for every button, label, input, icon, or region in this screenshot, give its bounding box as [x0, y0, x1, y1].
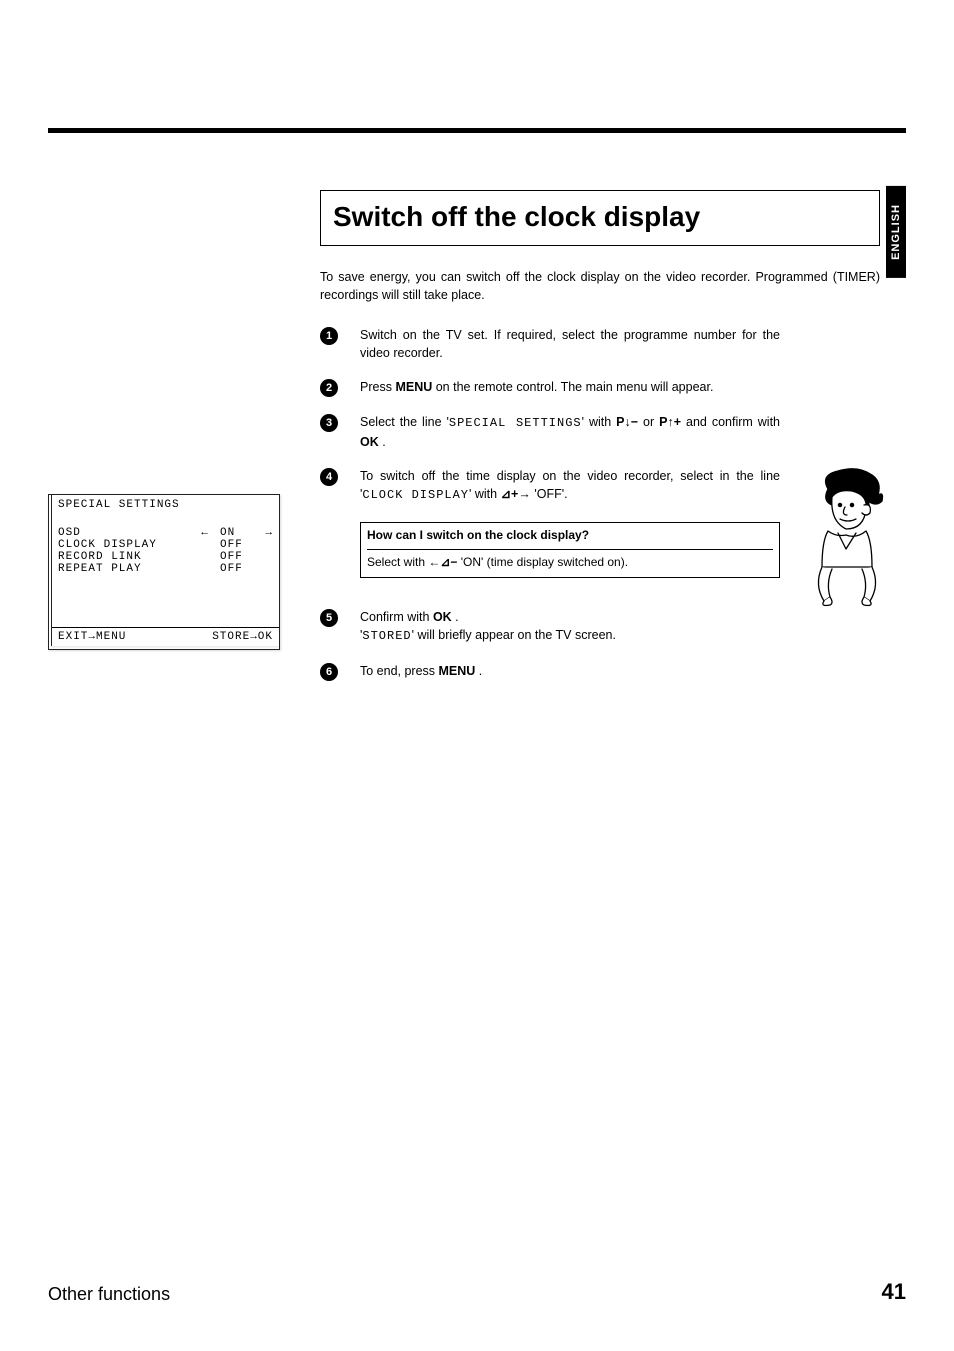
menu-button-label: MENU [395, 380, 432, 394]
step-text: Select the line 'SPECIAL SETTINGS' with … [360, 413, 780, 451]
text-fragment: ' will briefly appear on the TV screen. [412, 628, 616, 642]
osd-row-value: OFF [220, 539, 252, 551]
arrow-left-icon [199, 551, 211, 563]
step-text: To switch off the time display on the vi… [360, 467, 780, 578]
osd-row: RECORD LINK OFF [58, 551, 273, 563]
arrow-left-icon [199, 539, 211, 551]
p-up-button: P [659, 415, 667, 429]
arrow-right-icon [261, 551, 273, 563]
step-text: Switch on the TV set. If required, selec… [360, 326, 780, 362]
arrow-left-icon: ← [199, 527, 211, 539]
text-fragment: Confirm with [360, 610, 433, 624]
osd-row-label: OSD [58, 527, 190, 539]
text-fragment: . [475, 664, 482, 678]
step-5: 5 Confirm with OK . 'STORED' will briefl… [320, 608, 780, 646]
ok-button-label: OK [433, 610, 452, 624]
arrow-right-icon [261, 563, 273, 575]
footer-section-title: Other functions [48, 1284, 170, 1305]
faq-note-box: How can I switch on the clock display? S… [360, 522, 780, 578]
steps-list: 1 Switch on the TV set. If required, sel… [320, 326, 780, 697]
faq-answer: Select with ←⊿− 'ON' (time display switc… [367, 554, 773, 571]
text-fragment: and confirm with [681, 415, 780, 429]
osd-screen-mock: SPECIAL SETTINGS OSD ← ON → CLOCK DISPLA… [48, 494, 280, 650]
step-number-badge: 1 [320, 326, 360, 362]
step-4: 4 To switch off the time display on the … [320, 467, 780, 578]
osd-row-label: RECORD LINK [58, 551, 190, 563]
text-fragment: ' with [469, 487, 501, 501]
right-plus-icon: ⊿+→ [501, 485, 531, 503]
step-text: Press MENU on the remote control. The ma… [360, 378, 780, 397]
osd-store-hint: STORE→OK [212, 631, 273, 643]
p-down-button: P [616, 415, 624, 429]
arrow-right-icon: → [261, 527, 273, 539]
faq-question: How can I switch on the clock display? [367, 527, 773, 549]
osd-row: REPEAT PLAY OFF [58, 563, 273, 575]
section-title-box: Switch off the clock display [320, 190, 880, 246]
step-6: 6 To end, press MENU . [320, 662, 780, 681]
step-text: Confirm with OK . 'STORED' will briefly … [360, 608, 780, 646]
step-number-badge: 2 [320, 378, 360, 397]
text-fragment: 'ON' (time display switched on). [457, 555, 628, 569]
osd-row: CLOCK DISPLAY OFF [58, 539, 273, 551]
text-fragment: or [638, 415, 659, 429]
menu-button-label: MENU [439, 664, 476, 678]
text-fragment: . [452, 610, 459, 624]
step-number-badge: 6 [320, 662, 360, 681]
left-minus-icon: ←⊿− [428, 554, 457, 571]
menu-line-name: CLOCK DISPLAY [362, 488, 469, 502]
text-fragment: on the remote control. The main menu wil… [432, 380, 713, 394]
text-fragment: . [379, 435, 386, 449]
osd-row-label: CLOCK DISPLAY [58, 539, 190, 551]
step-number-badge: 3 [320, 413, 360, 451]
text-fragment: To end, press [360, 664, 439, 678]
text-fragment: 'OFF'. [531, 487, 568, 501]
intro-paragraph: To save energy, you can switch off the c… [320, 268, 880, 304]
arrow-right-icon [261, 539, 273, 551]
help-character-illustration [808, 467, 886, 607]
down-minus-icon: ↓− [625, 413, 639, 431]
osd-row-value: OFF [220, 563, 252, 575]
text-fragment: Select the line ' [360, 415, 449, 429]
step-number-badge: 4 [320, 467, 360, 578]
up-plus-icon: ↑+ [667, 413, 681, 431]
text-fragment: Press [360, 380, 395, 394]
stored-label: STORED [362, 629, 411, 643]
step-1: 1 Switch on the TV set. If required, sel… [320, 326, 780, 362]
osd-footer: EXIT→MENU STORE→OK [58, 630, 273, 643]
osd-row-label: REPEAT PLAY [58, 563, 190, 575]
step-3: 3 Select the line 'SPECIAL SETTINGS' wit… [320, 413, 780, 451]
osd-row-value: ON [220, 527, 252, 539]
text-fragment: Select with [367, 555, 428, 569]
osd-menu-title: SPECIAL SETTINGS [58, 499, 273, 511]
page-top-rule [48, 128, 906, 133]
osd-row: OSD ← ON → [58, 527, 273, 539]
step-text: To end, press MENU . [360, 662, 780, 681]
arrow-left-icon [199, 563, 211, 575]
step-number-badge: 5 [320, 608, 360, 646]
section-title: Switch off the clock display [333, 201, 867, 233]
text-fragment: ' with [582, 415, 617, 429]
language-tab: ENGLISH [886, 186, 906, 278]
osd-exit-hint: EXIT→MENU [58, 631, 126, 643]
page-number: 41 [882, 1279, 906, 1305]
menu-line-name: SPECIAL SETTINGS [449, 416, 582, 430]
osd-row-value: OFF [220, 551, 252, 563]
ok-button-label: OK [360, 435, 379, 449]
step-2: 2 Press MENU on the remote control. The … [320, 378, 780, 397]
